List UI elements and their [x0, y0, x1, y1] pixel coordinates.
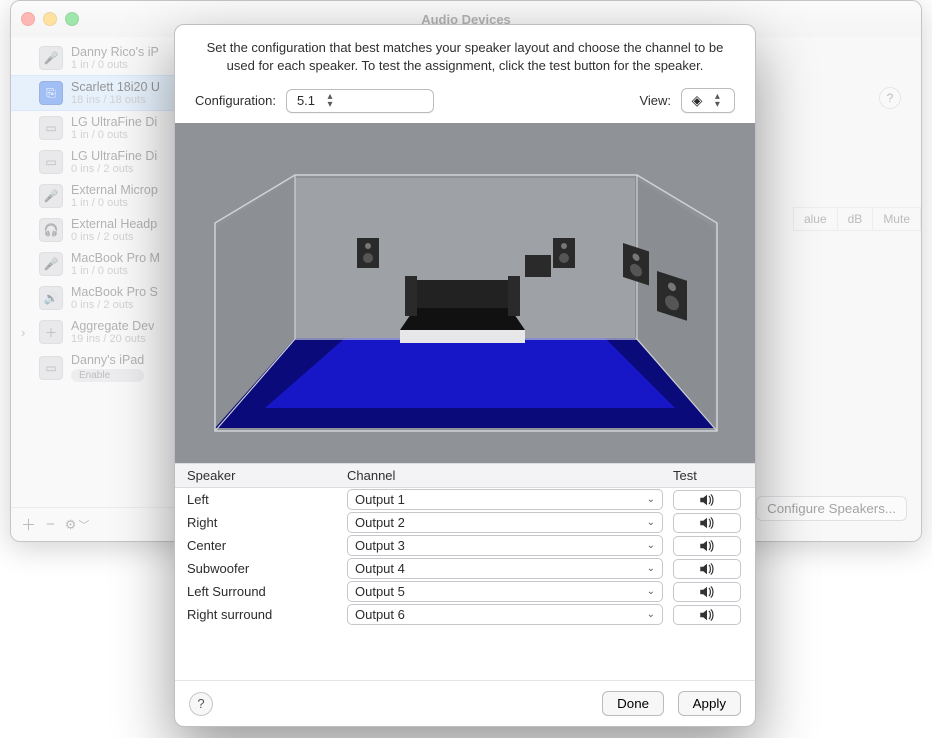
speaker-row: Right Output 2 ⌄	[187, 511, 747, 534]
speaker-name: Right	[187, 515, 347, 530]
chevron-down-icon: ⌄	[647, 609, 655, 620]
col-speaker: Speaker	[187, 468, 347, 483]
channel-select[interactable]: Output 4 ⌄	[347, 558, 663, 579]
channel-value: Output 3	[355, 538, 405, 553]
test-speaker-button[interactable]	[673, 605, 741, 625]
configure-speakers-sheet: Set the configuration that best matches …	[174, 24, 756, 727]
test-speaker-button[interactable]	[673, 513, 741, 533]
channel-value: Output 4	[355, 561, 405, 576]
channel-select[interactable]: Output 6 ⌄	[347, 604, 663, 625]
channel-value: Output 5	[355, 584, 405, 599]
done-button[interactable]: Done	[602, 691, 664, 716]
channel-select[interactable]: Output 5 ⌄	[347, 581, 663, 602]
channel-value: Output 2	[355, 515, 405, 530]
view-popup[interactable]: ◈	[681, 88, 735, 113]
speaker-name: Center	[187, 538, 347, 553]
speaker-name: Subwoofer	[187, 561, 347, 576]
test-speaker-button[interactable]	[673, 582, 741, 602]
chevron-down-icon: ⌄	[647, 494, 655, 505]
speaker-row: Left Surround Output 5 ⌄	[187, 580, 747, 603]
chevron-down-icon: ⌄	[647, 563, 655, 574]
test-speaker-button[interactable]	[673, 559, 741, 579]
room-preview	[175, 123, 755, 463]
sheet-description: Set the configuration that best matches …	[175, 25, 755, 86]
sheet-footer: ? Done Apply	[175, 680, 755, 726]
configuration-value: 5.1	[297, 93, 315, 108]
configuration-label: Configuration:	[195, 93, 276, 108]
room-svg	[175, 123, 755, 463]
chevron-down-icon: ⌄	[647, 586, 655, 597]
chevron-down-icon: ⌄	[647, 540, 655, 551]
speaker-row: Center Output 3 ⌄	[187, 534, 747, 557]
channel-value: Output 6	[355, 607, 405, 622]
chevron-down-icon: ⌄	[647, 517, 655, 528]
speaker-name: Left Surround	[187, 584, 347, 599]
speaker-name: Right surround	[187, 607, 347, 622]
col-test: Test	[673, 468, 747, 483]
speaker-row: Right surround Output 6 ⌄	[187, 603, 747, 626]
speaker-row: Subwoofer Output 4 ⌄	[187, 557, 747, 580]
apply-button[interactable]: Apply	[678, 691, 741, 716]
configuration-popup[interactable]: 5.1	[286, 89, 434, 113]
speaker-row: Left Output 1 ⌄	[187, 488, 747, 511]
channel-value: Output 1	[355, 492, 405, 507]
sheet-help-button[interactable]: ?	[189, 692, 213, 716]
chevron-updown-icon	[710, 93, 724, 109]
test-speaker-button[interactable]	[673, 536, 741, 556]
channel-select[interactable]: Output 1 ⌄	[347, 489, 663, 510]
chevron-updown-icon	[323, 93, 337, 109]
col-channel: Channel	[347, 468, 673, 483]
speaker-table: Speaker Channel Test LeftOutput 1⌄RightO…	[175, 463, 755, 680]
channel-select[interactable]: Output 3 ⌄	[347, 535, 663, 556]
channel-select[interactable]: Output 2 ⌄	[347, 512, 663, 533]
test-speaker-button[interactable]	[673, 490, 741, 510]
view-label: View:	[639, 93, 671, 108]
cube-icon: ◈	[692, 92, 703, 109]
speaker-name: Left	[187, 492, 347, 507]
